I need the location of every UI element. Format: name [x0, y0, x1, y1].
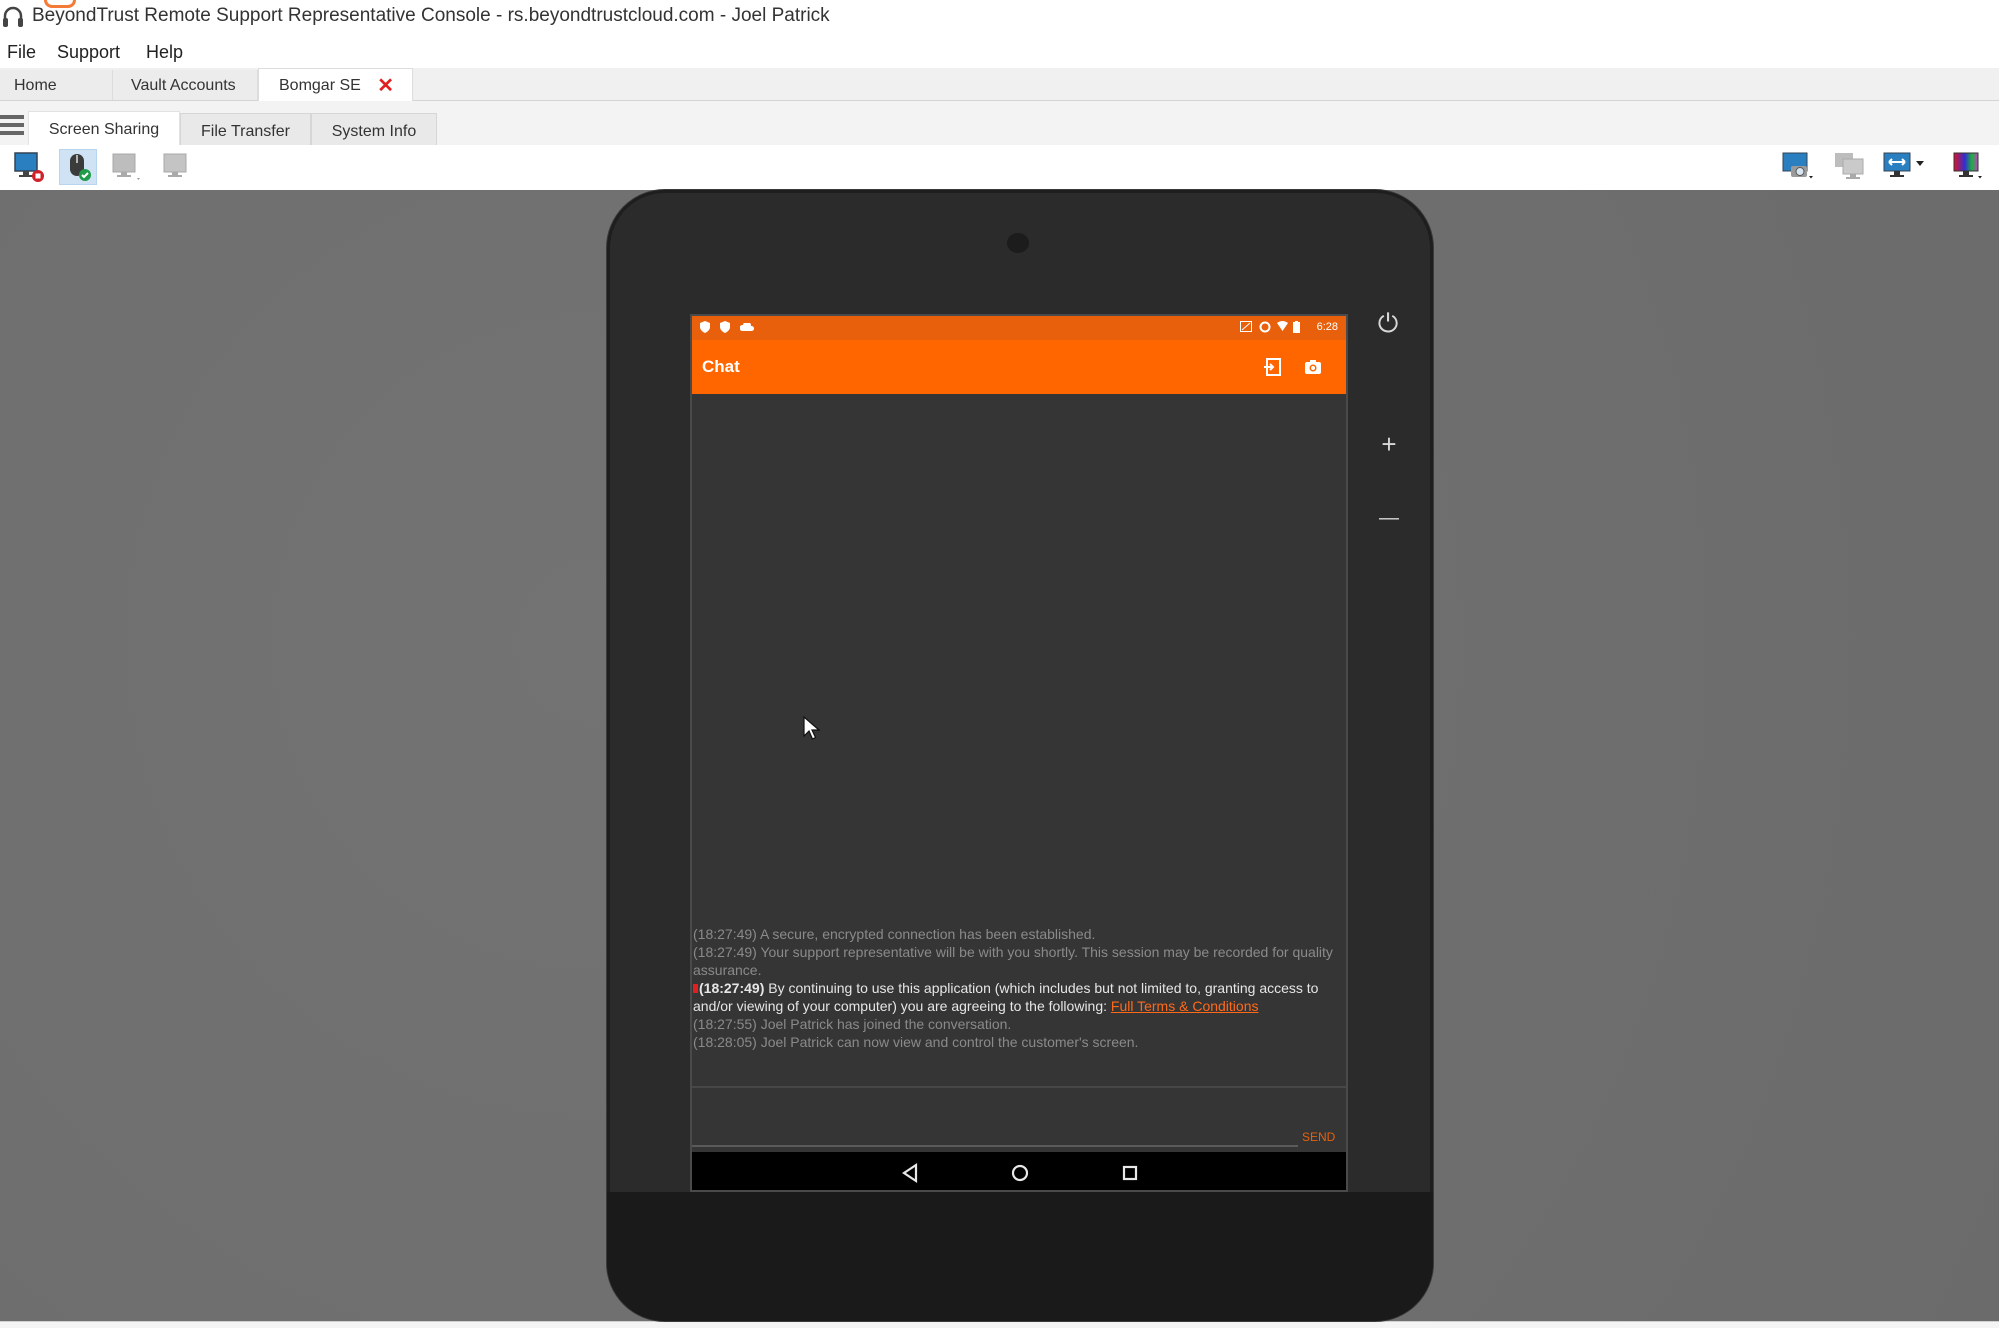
screenshot-button[interactable]	[1779, 149, 1817, 185]
chat-input-underline	[692, 1145, 1298, 1147]
mouse-control-icon	[70, 154, 91, 181]
tab-bomgar-se-label: Bomgar SE	[279, 77, 361, 94]
message-timestamp: (18:27:55)	[693, 1016, 757, 1032]
tab-file-transfer-label: File Transfer	[201, 123, 290, 140]
fit-to-screen-icon	[1883, 152, 1924, 177]
tab-system-info[interactable]: System Info	[311, 113, 437, 145]
headset-icon	[3, 6, 23, 27]
tablet-device-bezel-bottom	[607, 1192, 1433, 1321]
message-timestamp: (18:28:05)	[693, 1034, 757, 1050]
cast-icon	[1240, 321, 1252, 332]
title-bar: BeyondTrust Remote Support Representativ…	[0, 0, 1999, 36]
status-time: 6:28	[1316, 321, 1338, 333]
tab-vault-accounts-label: Vault Accounts	[131, 77, 236, 94]
menu-file[interactable]: File	[7, 42, 36, 63]
recents-icon[interactable]	[1117, 1160, 1143, 1186]
color-depth-button[interactable]	[1949, 149, 1987, 185]
alert-marker-icon	[693, 984, 698, 993]
camera-icon[interactable]	[1302, 356, 1324, 378]
wifi-icon	[1277, 321, 1288, 331]
mouse-cursor-icon	[803, 716, 821, 740]
chat-message-list: (18:27:49) A secure, encrypted connectio…	[693, 925, 1333, 1051]
hamburger-menu-icon[interactable]	[0, 115, 24, 137]
exit-session-icon[interactable]	[1262, 356, 1284, 378]
send-button[interactable]: SEND	[1302, 1130, 1335, 1144]
view-only-disabled-button[interactable]	[157, 149, 195, 185]
tab-system-info-label: System Info	[331, 123, 417, 140]
menu-bar: File Support Help	[0, 38, 1999, 68]
remote-control-disabled-button[interactable]	[108, 149, 146, 185]
battery-icon	[1293, 321, 1300, 333]
multiple-monitors-icon	[1835, 153, 1864, 179]
terms-link[interactable]: Full Terms & Conditions	[1111, 998, 1259, 1014]
color-depth-icon	[1953, 152, 1982, 179]
shield-icon	[720, 321, 730, 333]
multiple-monitors-button[interactable]	[1831, 149, 1869, 185]
chat-app-bar: Chat	[692, 340, 1346, 394]
stop-screen-sharing-button[interactable]	[10, 149, 48, 185]
back-icon[interactable]	[897, 1160, 923, 1186]
tab-home-label: Home	[14, 77, 57, 94]
volume-up-button[interactable]: +	[1369, 429, 1409, 460]
tab-screen-sharing-label: Screen Sharing	[48, 121, 160, 138]
chat-message: (18:27:55) Joel Patrick has joined the c…	[693, 1015, 1333, 1033]
fit-to-screen-button[interactable]	[1881, 149, 1929, 185]
session-tab-bar: Home Vault Accounts Bomgar SE ✕	[0, 68, 1999, 102]
volume-down-button[interactable]: —	[1369, 507, 1409, 530]
tab-home[interactable]: Home	[0, 70, 113, 100]
message-text: A secure, encrypted connection has been …	[756, 926, 1096, 942]
chat-message: (18:27:49) A secure, encrypted connectio…	[693, 925, 1333, 943]
screenshot-icon	[1782, 152, 1813, 179]
stop-screen-sharing-icon	[14, 152, 44, 182]
sync-icon	[1259, 321, 1271, 333]
menu-help[interactable]: Help	[146, 42, 183, 63]
tab-file-transfer[interactable]: File Transfer	[180, 113, 311, 145]
tab-screen-sharing[interactable]: Screen Sharing	[28, 111, 180, 146]
chat-message: (18:27:49) By continuing to use this app…	[693, 979, 1333, 1015]
cloud-icon	[740, 323, 754, 331]
message-timestamp: (18:27:49)	[693, 944, 757, 960]
message-timestamp: (18:27:49)	[699, 980, 765, 996]
remote-control-disabled-icon	[112, 153, 140, 180]
message-text: Joel Patrick has joined the conversation…	[756, 1016, 1012, 1032]
screen-sharing-toolbar	[0, 145, 1999, 190]
sub-tab-bar: Screen Sharing File Transfer System Info	[0, 101, 1999, 146]
shield-icon	[700, 321, 710, 333]
message-text: Joel Patrick can now view and control th…	[756, 1034, 1139, 1050]
chat-message: (18:27:49) Your support representative w…	[693, 943, 1333, 979]
chat-message: (18:28:05) Joel Patrick can now view and…	[693, 1033, 1333, 1051]
chat-input[interactable]	[692, 1088, 1298, 1145]
mouse-control-button[interactable]	[59, 149, 97, 185]
android-status-bar: 6:28	[692, 316, 1346, 340]
power-button[interactable]: ⏻	[1368, 308, 1408, 340]
message-text: Your support representative will be with…	[693, 944, 1333, 978]
front-camera-icon	[1007, 233, 1029, 253]
window-title: BeyondTrust Remote Support Representativ…	[32, 5, 830, 26]
message-timestamp: (18:27:49)	[693, 926, 757, 942]
tab-vault-accounts[interactable]: Vault Accounts	[113, 70, 258, 100]
view-only-disabled-icon	[163, 153, 187, 177]
menu-support[interactable]: Support	[57, 42, 120, 63]
close-tab-icon[interactable]: ✕	[377, 73, 394, 98]
android-nav-bar	[692, 1152, 1346, 1190]
chat-title: Chat	[702, 357, 740, 376]
tab-bomgar-se[interactable]: Bomgar SE ✕	[258, 68, 413, 102]
device-screen[interactable]: 6:28 Chat (18:27:49) A secure, encrypted…	[690, 314, 1348, 1192]
home-icon[interactable]	[1007, 1160, 1033, 1186]
